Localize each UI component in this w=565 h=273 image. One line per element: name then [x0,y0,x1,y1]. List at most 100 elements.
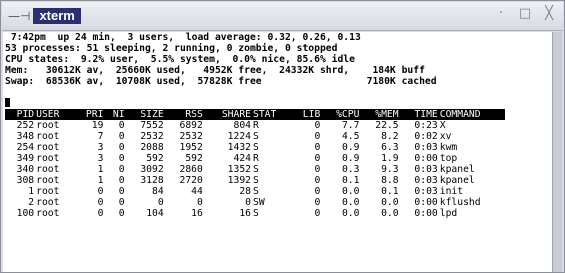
cell-share: 16 [239,208,251,219]
cell-lib: 0 [314,131,321,142]
memory-line: Mem: 30612K av, 25660K used, 4952K free,… [5,65,425,76]
cell-mem: 9.3 [381,164,399,175]
cell-time: 0:03 [414,175,438,186]
cell-share: 28 [239,186,251,197]
col-cpu: %CPU [336,109,360,120]
cell-cpu: 7.7 [341,120,360,131]
terminal-area[interactable]: 7:42pm up 24 min, 3 users, load average:… [3,32,553,272]
cell-user: root [36,175,60,186]
cell-pri: 1 [97,164,104,175]
cell-mem: 0.0 [381,208,399,219]
cell-stat: S [253,164,259,175]
table-row: 100 root 0 0 104 16 16 S 0 0.0 0.0 0:00 lpd [5,208,505,219]
cell-pid: 340 [16,164,35,175]
cell-share: 0 [245,197,251,208]
cell-ni: 0 [118,164,125,175]
col-pri: PRI [85,109,104,120]
cell-stat: R [253,153,259,164]
cell-ni: 0 [118,197,125,208]
cell-command: xv [439,131,452,142]
cell-share: 1392 [227,175,251,186]
col-user: USER [36,109,60,120]
cell-rss: 0 [197,197,203,208]
col-rss: RSS [185,109,203,120]
cell-pri: 1 [97,175,104,186]
col-size: SIZE [140,109,164,120]
cell-user: root [36,186,60,197]
cell-size: 3092 [140,164,164,175]
xterm-window: —⊣ xterm · □ ╳ 7:42pm up 24 min, 3 users… [0,0,565,273]
cell-time: 0:02 [414,131,438,142]
cell-lib: 0 [314,120,321,131]
cell-pri: 0 [97,208,104,219]
cell-pri: 19 [91,120,104,131]
cell-pri: 0 [97,186,104,197]
cell-cpu: 0.1 [341,175,360,186]
cell-ni: 0 [118,208,125,219]
cell-rss: 44 [191,186,203,197]
close-icon[interactable]: ╳ [541,6,557,22]
cell-user: root [36,164,60,175]
cell-user: root [36,197,60,208]
processes-line: 53 processes: 51 sleeping, 2 running, 0 … [5,43,338,54]
cell-user: root [36,131,60,142]
cell-mem: 0.1 [381,186,399,197]
cell-pid: 252 [16,120,35,131]
cell-lib: 0 [314,175,321,186]
table-row: 252 root 19 0 7552 6892 804 R 0 7.7 22.5 0:23 X [5,120,505,131]
cell-command: X [439,120,446,131]
col-time: TIME [414,109,438,120]
col-mem: %MEM [375,109,399,120]
table-row: 340 root 1 0 3092 2860 1352 S 0 0.3 9.3 0:03 kpanel [5,164,505,175]
cell-cpu: 0.0 [341,208,360,219]
cell-size: 2532 [140,131,164,142]
cell-stat: S [253,175,259,186]
cell-rss: 6892 [179,120,203,131]
cell-time: 0:00 [414,153,438,164]
cell-pid: 349 [16,153,35,164]
cell-stat: R [253,120,259,131]
cell-mem: 6.3 [381,142,399,153]
cell-size: 592 [146,153,164,164]
cell-time: 0:23 [414,120,438,131]
minimize-icon[interactable]: · [493,6,509,22]
cell-lib: 0 [314,153,321,164]
cell-stat: SW [253,197,265,208]
cell-size: 2088 [140,142,164,153]
col-pid: PID [16,109,35,120]
title-bar[interactable]: —⊣ xterm · □ ╳ [2,2,563,31]
cell-pri: 3 [97,142,104,153]
col-lib: LIB [302,109,321,120]
table-row: 2 root 0 0 0 0 0 SW 0 0.0 0.0 0:00 kflushd [5,197,505,208]
swap-line: Swap: 68536K av, 10708K used, 57828K fre… [5,76,437,87]
cell-size: 7552 [140,120,164,131]
maximize-icon[interactable]: □ [517,6,533,22]
cell-command: kwm [439,142,458,153]
cell-lib: 0 [314,186,321,197]
uptime-line: 7:42pm up 24 min, 3 users, load average:… [5,32,361,43]
cell-lib: 0 [314,197,321,208]
cell-ni: 0 [118,175,125,186]
cell-share: 804 [233,120,252,131]
cell-cpu: 4.5 [341,131,360,142]
window-menu-icon[interactable]: —⊣ [8,9,30,23]
cell-pri: 3 [97,153,104,164]
window-title: xterm [33,8,81,24]
cell-lib: 0 [314,208,321,219]
scrollbar[interactable] [552,32,562,272]
col-stat: STAT [253,109,277,120]
cell-cpu: 0.3 [341,164,360,175]
cell-time: 0:00 [414,208,438,219]
cell-mem: 22.5 [375,120,399,131]
cell-stat: S [253,131,259,142]
cell-ni: 0 [118,120,125,131]
cell-size: 0 [157,197,164,208]
cell-lib: 0 [314,142,321,153]
cell-stat: S [253,186,259,197]
cell-lib: 0 [314,164,321,175]
cell-pid: 100 [16,208,35,219]
cell-user: root [36,142,60,153]
cell-share: 1224 [227,131,251,142]
cell-mem: 0.0 [381,197,399,208]
cell-pri: 0 [97,197,104,208]
